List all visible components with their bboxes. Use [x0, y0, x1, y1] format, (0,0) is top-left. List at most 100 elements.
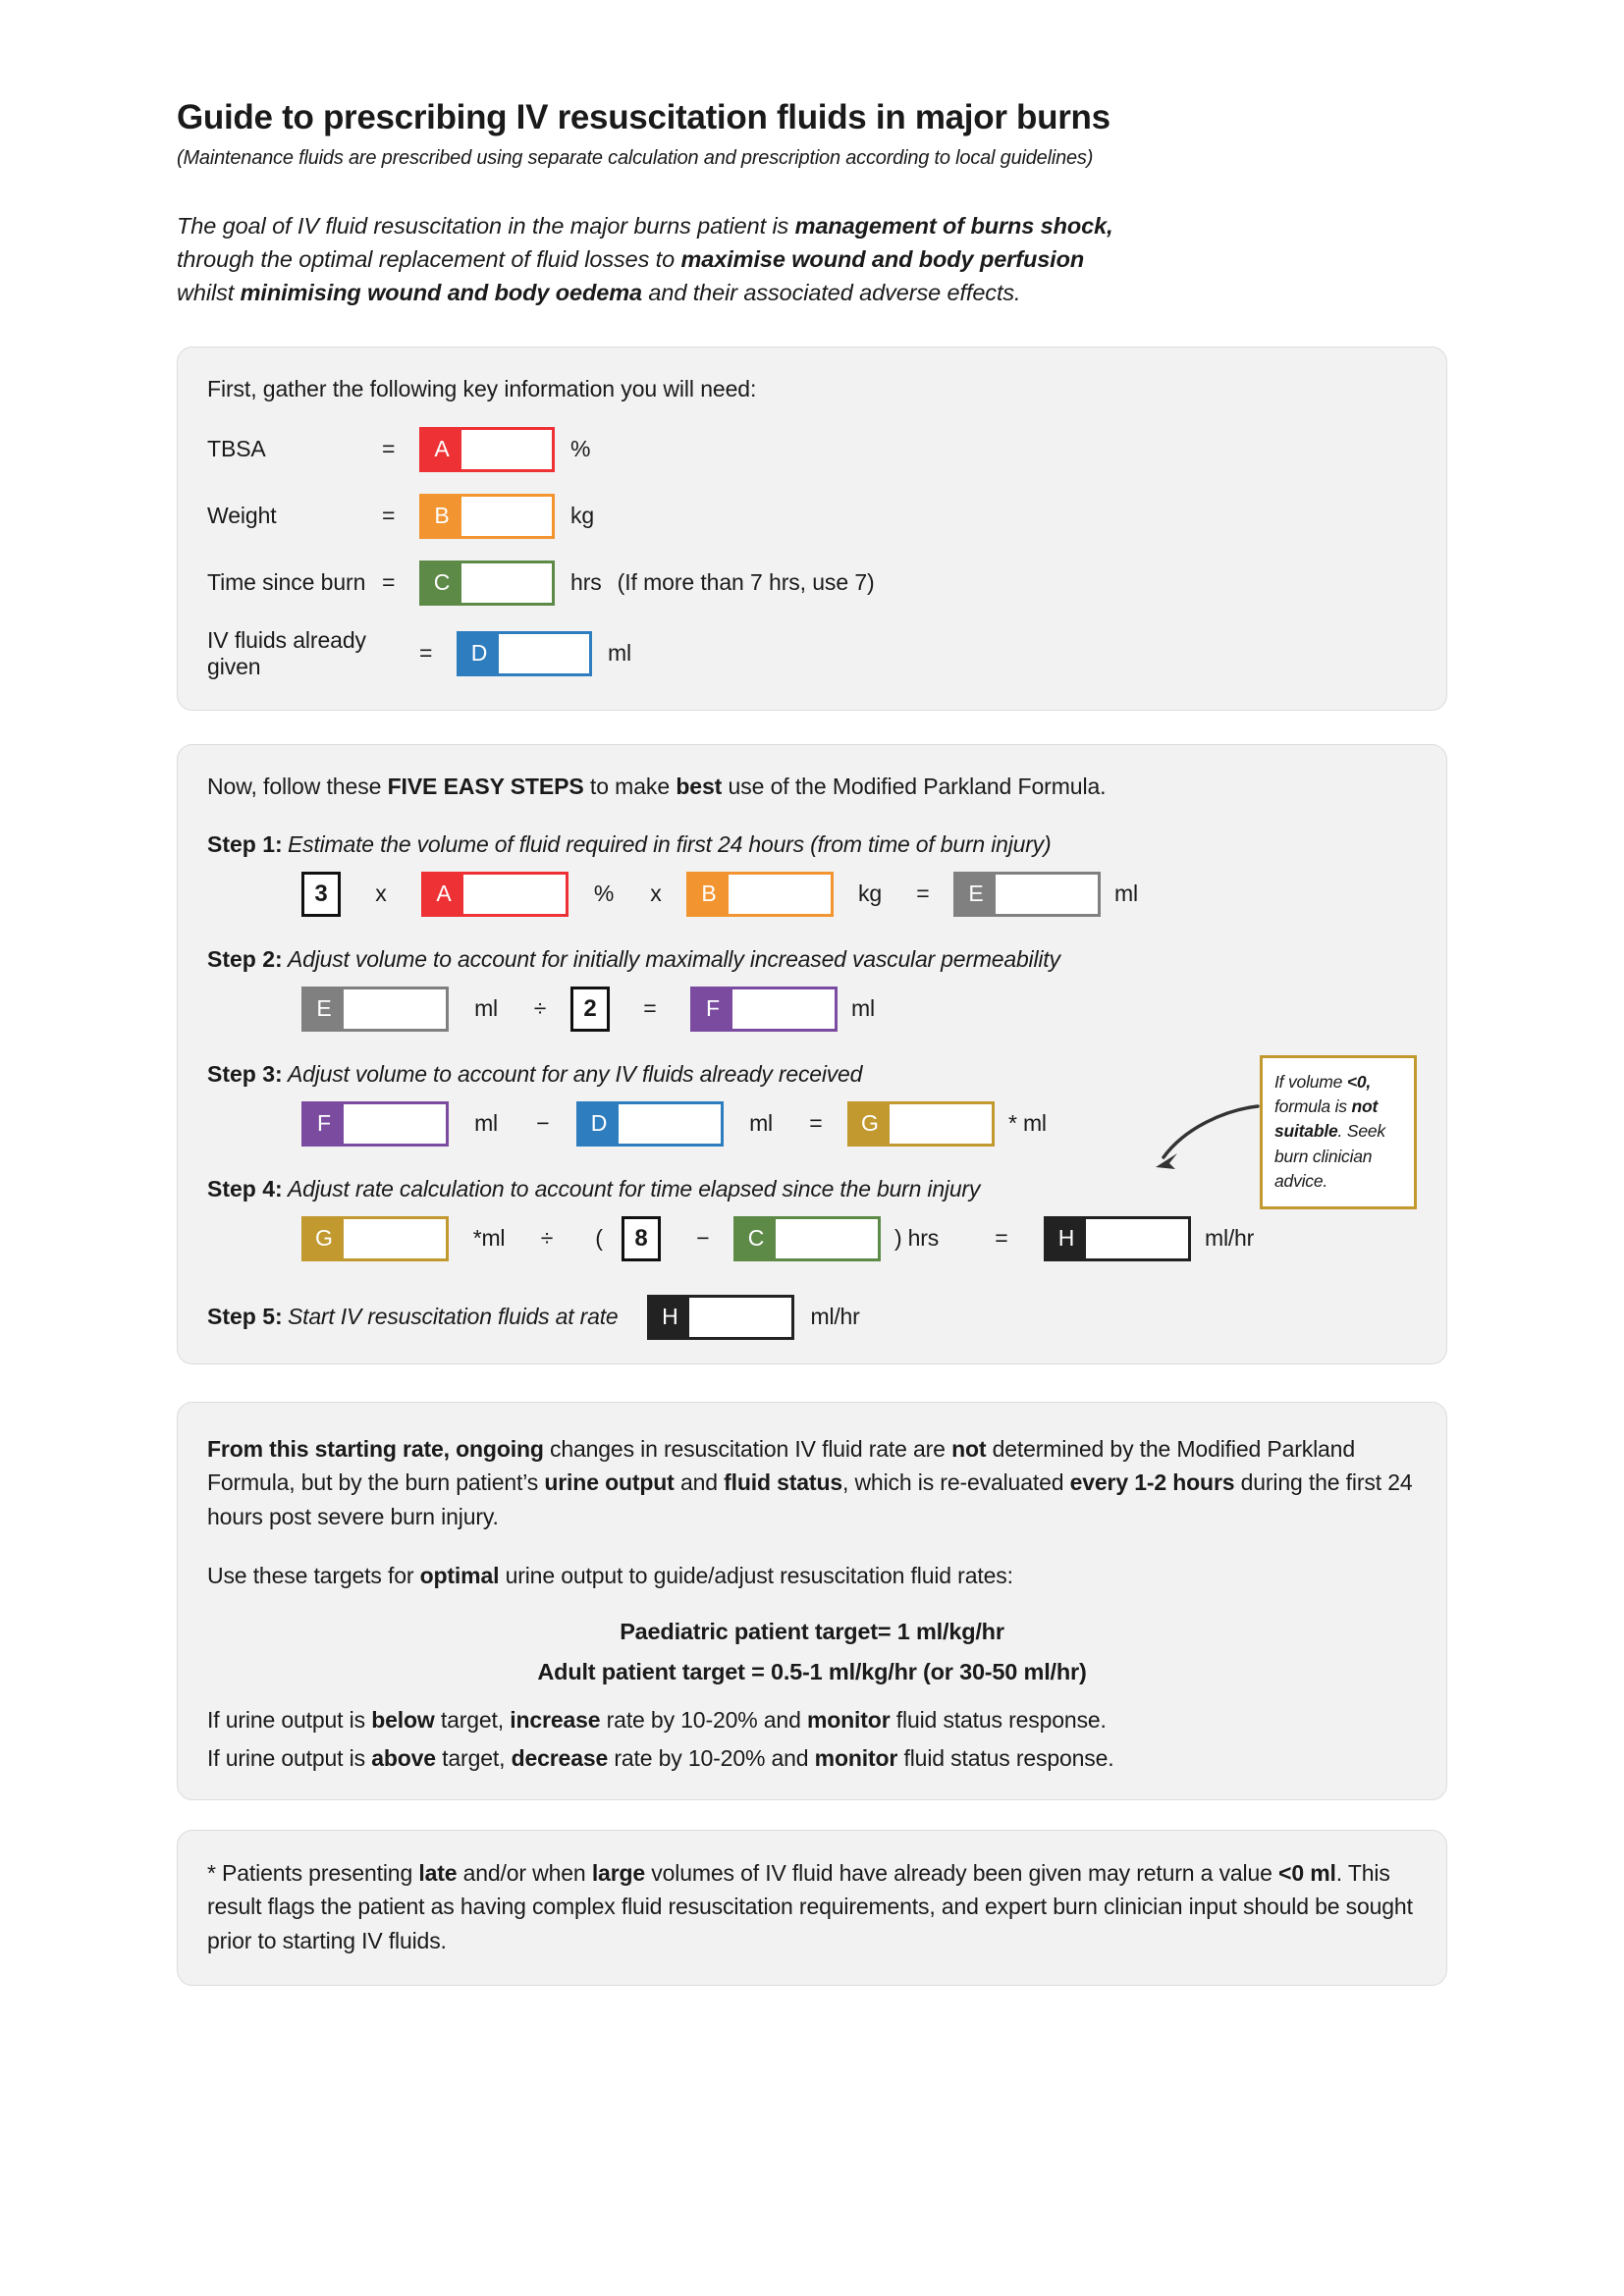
- iv-equals: =: [419, 640, 433, 667]
- intro-line2-text: through the optimal replacement of fluid…: [177, 246, 681, 273]
- step-4-heading: Step 4: Adjust rate calculation to accou…: [207, 1176, 1417, 1202]
- footnote-c: and/or when: [457, 1859, 592, 1886]
- step2-box-f[interactable]: F: [690, 986, 838, 1032]
- ongoing-p1-c: not: [951, 1435, 987, 1462]
- time-unit: hrs: [570, 569, 602, 596]
- tag-b: B: [422, 496, 461, 536]
- step2-unit-ml-1: ml: [474, 995, 498, 1022]
- tbsa-unit: %: [570, 436, 591, 462]
- step4-box-c[interactable]: C: [733, 1215, 881, 1261]
- step1-input-e[interactable]: [996, 874, 1098, 914]
- step3-box-f[interactable]: F: [301, 1100, 449, 1147]
- step-1-heading: Step 1: Estimate the volume of fluid req…: [207, 831, 1417, 858]
- callout-text-c: formula is: [1274, 1096, 1352, 1116]
- step1-box-b[interactable]: B: [686, 871, 834, 917]
- step-1-number: Step 1:: [207, 830, 283, 857]
- iv-input[interactable]: [499, 633, 589, 673]
- step3-box-d[interactable]: D: [576, 1100, 724, 1147]
- above-e: rate by 10-20% and: [608, 1744, 815, 1771]
- tag-e: E: [304, 988, 344, 1029]
- tbsa-input[interactable]: [461, 429, 552, 469]
- tbsa-value-box[interactable]: A: [419, 426, 555, 472]
- weight-input[interactable]: [461, 496, 552, 536]
- step2-input-e[interactable]: [344, 988, 446, 1029]
- step3-input-d[interactable]: [619, 1103, 721, 1144]
- step1-unit-percent: %: [593, 881, 615, 907]
- step-4-description: Adjust rate calculation to account for t…: [288, 1175, 981, 1201]
- footnote-b: late: [418, 1859, 458, 1886]
- step3-unit-ml-1: ml: [474, 1110, 498, 1137]
- below-d: increase: [510, 1706, 601, 1733]
- step-5-number: Step 5:: [207, 1304, 283, 1330]
- step2-operator-equals: =: [643, 995, 657, 1022]
- step4-input-g[interactable]: [344, 1218, 446, 1258]
- five-steps-panel: Now, follow these FIVE EASY STEPS to mak…: [177, 743, 1447, 1364]
- below-b: below: [371, 1706, 435, 1733]
- intro-line3-tail: and their associated adverse effects.: [641, 280, 1021, 306]
- above-d: decrease: [511, 1744, 609, 1771]
- time-input[interactable]: [461, 562, 552, 603]
- callout-warning-negative-volume: If volume <0, formula is not suitable. S…: [1260, 1054, 1417, 1209]
- tag-g: G: [304, 1218, 344, 1258]
- ongoing-paragraph-2: Use these targets for optimal urine outp…: [207, 1559, 1417, 1593]
- weight-unit: kg: [570, 503, 595, 529]
- step-3-description: Adjust volume to account for any IV flui…: [288, 1060, 863, 1087]
- above-b: above: [371, 1744, 436, 1771]
- step3-unit-ml-2: ml: [749, 1110, 773, 1137]
- time-value-box[interactable]: C: [419, 560, 555, 606]
- tag-c: C: [422, 562, 461, 603]
- step3-input-f[interactable]: [344, 1103, 446, 1144]
- step2-box-e[interactable]: E: [301, 986, 449, 1032]
- step1-input-a[interactable]: [463, 874, 566, 914]
- step4-operator-equals: =: [995, 1225, 1008, 1252]
- ongoing-p1-b: changes in resuscitation IV fluid rate a…: [543, 1435, 952, 1462]
- ongoing-p1-i: every 1-2 hours: [1069, 1469, 1235, 1496]
- step4-operator-divide: ÷: [540, 1225, 554, 1252]
- time-label: Time since burn: [207, 569, 366, 596]
- time-equals: =: [382, 569, 396, 596]
- weight-equals: =: [382, 503, 396, 529]
- step-3-heading: Step 3: Adjust volume to account for any…: [207, 1061, 1417, 1088]
- step5-box-h[interactable]: H: [647, 1294, 795, 1340]
- tag-a: A: [424, 874, 463, 914]
- step3-unit-star-ml: * ml: [1008, 1110, 1047, 1137]
- steps-lead-d: best: [676, 773, 723, 799]
- tag-c: C: [736, 1218, 776, 1258]
- intro-line3-text: whilst: [177, 280, 241, 306]
- step4-box-g[interactable]: G: [301, 1215, 449, 1261]
- gather-lead: First, gather the following key informat…: [207, 376, 757, 402]
- step4-constant-8: 8: [622, 1215, 661, 1261]
- step4-input-c[interactable]: [776, 1218, 878, 1258]
- step-1-description: Estimate the volume of fluid required in…: [288, 830, 1052, 857]
- above-g: fluid status response.: [897, 1744, 1114, 1771]
- above-c: target,: [435, 1744, 512, 1771]
- step5-input-h[interactable]: [689, 1297, 792, 1337]
- footnote-text: * Patients presenting late and/or when l…: [207, 1856, 1417, 1958]
- gather-info-panel: First, gather the following key informat…: [177, 347, 1447, 711]
- step4-box-h[interactable]: H: [1044, 1215, 1191, 1261]
- tag-f: F: [693, 988, 732, 1029]
- step3-input-g[interactable]: [890, 1103, 992, 1144]
- guidance-below-target: If urine output is below target, increas…: [207, 1707, 1417, 1734]
- steps-lead-b: FIVE EASY STEPS: [387, 773, 584, 799]
- step2-input-f[interactable]: [732, 988, 835, 1029]
- step1-box-e[interactable]: E: [953, 871, 1101, 917]
- step2-operator-divide: ÷: [533, 995, 547, 1022]
- iv-value-box[interactable]: D: [457, 630, 592, 676]
- ongoing-p1-h: , which is re-evaluated: [841, 1469, 1070, 1496]
- step-5-description: Start IV resuscitation fluids at rate: [288, 1304, 619, 1330]
- steps-lead-e: use of the Modified Parkland Formula.: [722, 773, 1107, 799]
- step4-unit-ml-hr: ml/hr: [1205, 1225, 1255, 1252]
- tag-h: H: [650, 1297, 690, 1337]
- weight-label: Weight: [207, 503, 277, 529]
- step1-box-a[interactable]: A: [421, 871, 568, 917]
- weight-value-box[interactable]: B: [419, 493, 555, 539]
- step4-input-h[interactable]: [1086, 1218, 1188, 1258]
- gather-row-weight: Weight = B kg: [207, 493, 1417, 539]
- below-f: monitor: [806, 1706, 891, 1733]
- step1-input-b[interactable]: [729, 874, 831, 914]
- step3-box-g[interactable]: G: [847, 1100, 995, 1147]
- step-4-number: Step 4:: [207, 1175, 283, 1201]
- step1-operator-equals: =: [916, 881, 930, 907]
- intro-line1-text: The goal of IV fluid resuscitation in th…: [177, 213, 795, 240]
